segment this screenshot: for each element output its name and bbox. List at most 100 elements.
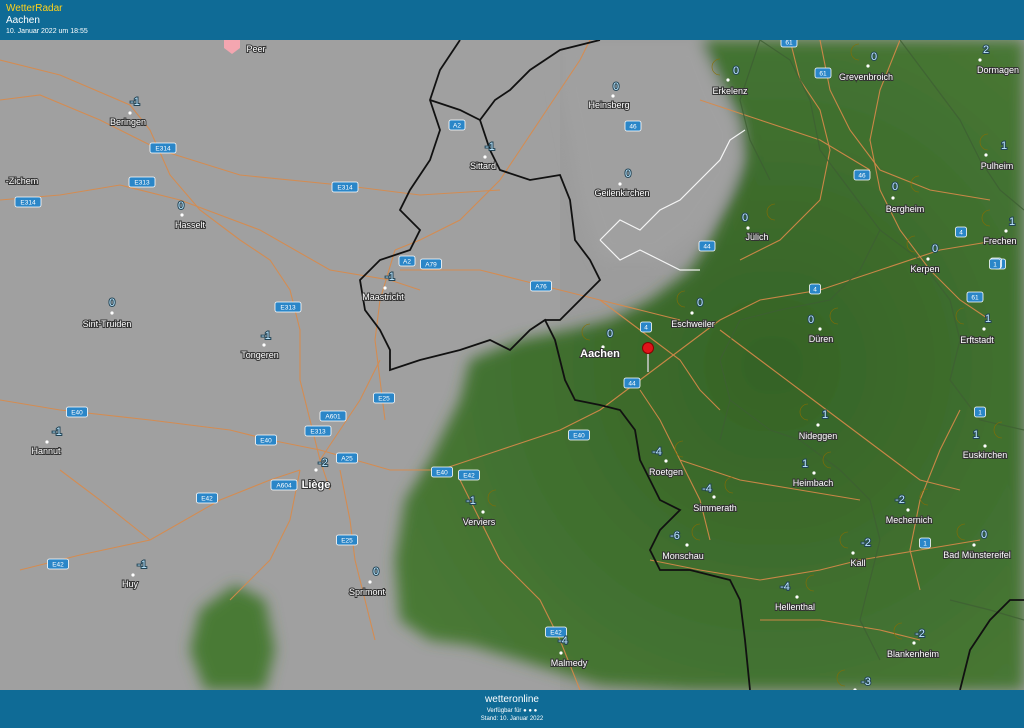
city-dot (128, 111, 132, 115)
road-shield: A604 (270, 479, 298, 491)
city-dot (978, 58, 982, 62)
city-label-simmerath: Simmerath (693, 503, 737, 513)
road-shield-label: 4 (813, 287, 817, 294)
road-shield: 61 (966, 291, 984, 303)
city-dot (262, 343, 266, 347)
road-shield: A2 (448, 119, 466, 131)
city-dot (983, 444, 987, 448)
road-shield-label: 4 (644, 325, 648, 332)
road-shield-label: 61 (819, 71, 827, 78)
location-pin-icon[interactable] (642, 342, 654, 354)
city-label-hannut: Hannut (31, 446, 61, 456)
road-shield-label: 61 (971, 295, 979, 302)
temperature-value: -1 (485, 141, 495, 153)
road-shield-label: A79 (425, 262, 437, 269)
temperature-value: -2 (318, 457, 328, 469)
temperature-value: 0 (892, 181, 898, 193)
city-label-kall: Kall (850, 558, 865, 568)
temperature-value: 0 (981, 529, 987, 541)
road-shield: E313 (274, 301, 302, 313)
city-label-frechen: Frechen (983, 236, 1016, 246)
city-label-blankenheim: Blankenheim (887, 649, 939, 659)
road-shield-label: A25 (341, 456, 353, 463)
road-shield: E42 (196, 492, 218, 504)
city-label-sint-truiden: Sint-Truiden (83, 319, 132, 329)
road-shield-label: 1 (923, 541, 927, 548)
road-shield: 44 (623, 377, 641, 389)
stand-date: Stand: 10. Januar 2022 (480, 716, 544, 722)
temperature-value: -2 (895, 494, 905, 506)
city-dot (110, 311, 114, 315)
road-shield-label: E313 (310, 429, 326, 436)
road-shield-label: A604 (276, 483, 292, 490)
city-label-kerpen: Kerpen (910, 264, 939, 274)
city-dot (818, 327, 822, 331)
road-shield: 1 (989, 258, 1001, 270)
road-shield-label: E25 (378, 396, 390, 403)
road-shield: E313 (128, 176, 156, 188)
road-shield: E40 (568, 429, 590, 441)
road-shield-label: 46 (858, 173, 866, 180)
app-footer: wetteronline Verfügbar für ● ● ● Stand: … (0, 690, 1024, 728)
city-label-grevenbroich: Grevenbroich (839, 72, 893, 82)
road-shield: 1 (919, 537, 931, 549)
city-dot (912, 641, 916, 645)
road-shield: E313 (304, 425, 332, 437)
city-dot (180, 213, 184, 217)
temperature-value: 1 (985, 313, 991, 325)
road-shield: A76 (530, 280, 552, 292)
city-label-li-ge: Liège (302, 479, 331, 491)
road-shield-label: E42 (463, 473, 475, 480)
city-dot (481, 510, 485, 514)
road-shield-label: 44 (703, 244, 711, 251)
temperature-value: 0 (109, 297, 115, 309)
temperature-value: -1 (261, 330, 271, 342)
city-label-j-lich: Jülich (745, 232, 768, 242)
city-dot (795, 595, 799, 599)
city-label-sprimont: Sprimont (349, 587, 386, 597)
city-dot (483, 155, 487, 159)
city-dot (383, 286, 387, 290)
temperature-value: 1 (1001, 140, 1007, 152)
city-label-huy: Huy (122, 579, 139, 589)
city-label-roetgen: Roetgen (649, 467, 683, 477)
road-shield: E314 (14, 196, 42, 208)
road-shield-label: 44 (628, 381, 636, 388)
temperature-value: 0 (373, 566, 379, 578)
city-dot (685, 543, 689, 547)
radar-timestamp: 10. Januar 2022 um 18:55 (6, 28, 88, 35)
temperature-value: 0 (613, 81, 619, 93)
temperature-value: -1 (466, 495, 476, 507)
city-label-pulheim: Pulheim (981, 161, 1014, 171)
road-shield-label: E40 (71, 410, 83, 417)
road-shield: E314 (149, 142, 177, 154)
road-shield: 61 (780, 40, 798, 48)
road-shield: E314 (331, 181, 359, 193)
road-shield: 61 (814, 67, 832, 79)
city-label-sittard: Sittard (470, 161, 496, 171)
city-dot (891, 196, 895, 200)
road-shield: A25 (336, 452, 358, 464)
road-shield-label: E313 (134, 180, 150, 187)
road-shield: E40 (66, 406, 88, 418)
road-shield-label: E314 (155, 146, 171, 153)
city-label-tongeren: Tongeren (241, 350, 279, 360)
temperature-value: -4 (558, 635, 568, 647)
map-canvas[interactable]: E314 E313 E314 E314 E313 A2 A2 A79 A76 E25 A601 E31… (0, 40, 1024, 690)
city-dot (611, 94, 615, 98)
road-shield-label: E42 (52, 562, 64, 569)
road-shield-label: 61 (785, 40, 793, 47)
city-dot (1004, 229, 1008, 233)
city-dot (906, 508, 910, 512)
temperature-value: 0 (932, 243, 938, 255)
road-shield-label: 1 (978, 410, 982, 417)
radar-map[interactable]: E314 E313 E314 E314 E313 A2 A2 A79 A76 E25 A601 E31… (0, 40, 1024, 690)
wetteronline-logo: wetteronline (485, 694, 539, 705)
temperature-value: -2 (915, 628, 925, 640)
temperature-value: 0 (733, 65, 739, 77)
temperature-value: -1 (137, 559, 147, 571)
city-dot (726, 78, 730, 82)
location-title: Aachen (6, 15, 40, 26)
temperature-value: 0 (697, 297, 703, 309)
city-label-nideggen: Nideggen (799, 431, 838, 441)
